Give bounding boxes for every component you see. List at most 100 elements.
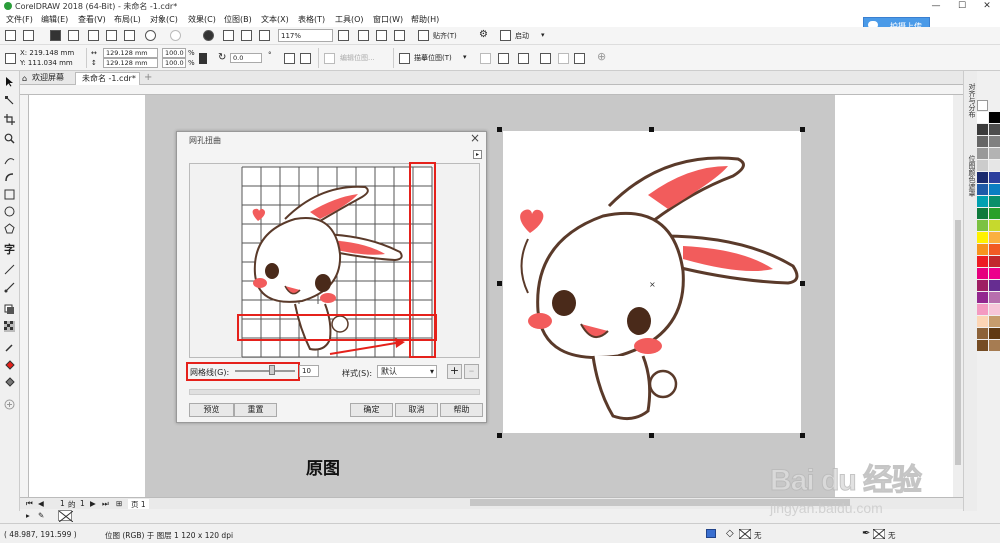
add-page-icon[interactable]: ⊞ <box>116 499 122 508</box>
polygon-tool-icon[interactable] <box>4 223 15 234</box>
pdf-icon[interactable] <box>259 30 270 41</box>
menu-file[interactable]: 文件(F) <box>6 14 33 25</box>
color-swatch[interactable] <box>977 196 988 207</box>
lock-ratio-icon[interactable] <box>199 53 207 64</box>
full-screen-icon[interactable] <box>338 30 349 41</box>
maximize-button[interactable]: ☐ <box>950 0 974 13</box>
redo-icon[interactable] <box>170 30 181 41</box>
color-swatch[interactable] <box>977 184 988 195</box>
help-button[interactable]: 帮助 <box>440 403 483 417</box>
color-swatch[interactable] <box>989 124 1000 135</box>
trace-bitmap-icon[interactable] <box>399 53 410 64</box>
menu-view[interactable]: 查看(V) <box>78 14 106 25</box>
color-swatch[interactable] <box>977 136 988 147</box>
color-swatch-none[interactable] <box>977 100 988 111</box>
expand-preview-button[interactable]: ▸ <box>473 150 482 159</box>
rotation-angle-field[interactable]: 0.0 <box>230 53 262 63</box>
scale-y-field[interactable]: 100.0 <box>162 58 186 68</box>
crop-bitmap-icon[interactable] <box>480 53 491 64</box>
gear-icon[interactable]: ⚙ <box>479 29 488 40</box>
grid-icon[interactable] <box>376 30 387 41</box>
menu-edit[interactable]: 编辑(E) <box>41 14 68 25</box>
color-swatch[interactable] <box>989 244 1000 255</box>
mirror-horizontal-icon[interactable] <box>284 53 295 64</box>
close-button[interactable]: ✕ <box>975 0 999 13</box>
menu-text[interactable]: 文本(X) <box>261 14 289 25</box>
import-icon[interactable] <box>223 30 234 41</box>
eyedropper-icon[interactable] <box>4 342 15 353</box>
chevron-down-icon[interactable]: ▾ <box>463 53 467 61</box>
color-swatch[interactable] <box>977 208 988 219</box>
prev-page-icon[interactable]: ◀ <box>38 499 44 508</box>
text-tool-icon[interactable]: 字 <box>4 241 15 256</box>
trace-bitmap-button[interactable]: 描摹位图(T) <box>414 53 452 63</box>
launch-dropdown[interactable]: 启动 <box>515 31 529 41</box>
grid-lines-value[interactable]: 10 <box>299 365 319 377</box>
add-tool-icon[interactable] <box>4 399 15 410</box>
color-swatch[interactable] <box>977 292 988 303</box>
color-swatch[interactable] <box>977 160 988 171</box>
color-swatch[interactable] <box>977 268 988 279</box>
color-swatch[interactable] <box>977 220 988 231</box>
grid-lines-slider[interactable] <box>235 370 295 372</box>
color-swatch[interactable] <box>989 112 1000 123</box>
bunny-bitmap[interactable]: × <box>503 131 801 433</box>
selection-handle[interactable] <box>800 433 805 438</box>
ok-button[interactable]: 确定 <box>350 403 393 417</box>
interactive-fill-icon[interactable] <box>4 359 15 370</box>
drop-shadow-icon[interactable] <box>4 304 15 315</box>
pick-tool-icon[interactable] <box>4 76 15 87</box>
color-swatch[interactable] <box>977 280 988 291</box>
zoom-dropdown[interactable]: 117% <box>278 29 333 42</box>
search-content-icon[interactable] <box>203 30 214 41</box>
color-swatch[interactable] <box>977 244 988 255</box>
undo-icon[interactable] <box>145 30 156 41</box>
ellipse-tool-icon[interactable] <box>4 206 15 217</box>
copy-icon[interactable] <box>106 30 117 41</box>
guidelines-icon[interactable] <box>394 30 405 41</box>
menu-tools[interactable]: 工具(O) <box>335 14 364 25</box>
color-swatch[interactable] <box>977 112 988 123</box>
width-field[interactable]: 129.128 mm <box>103 48 158 58</box>
color-swatch[interactable] <box>989 196 1000 207</box>
last-page-icon[interactable]: ⏭ <box>102 499 109 509</box>
close-icon[interactable]: × <box>470 131 480 145</box>
parallel-dimension-icon[interactable] <box>4 264 15 275</box>
color-swatch[interactable] <box>989 292 1000 303</box>
bitmap-color-mask-icon[interactable] <box>540 53 551 64</box>
next-page-icon[interactable]: ▶ <box>90 499 96 508</box>
menu-layout[interactable]: 布局(L) <box>114 14 141 25</box>
selection-handle[interactable] <box>649 127 654 132</box>
selection-handle[interactable] <box>800 281 805 286</box>
transparency-tool-icon[interactable] <box>4 321 15 332</box>
resample-icon[interactable] <box>498 53 509 64</box>
paste-icon[interactable] <box>124 30 135 41</box>
vertical-scrollbar[interactable] <box>953 95 963 497</box>
effects-icon[interactable] <box>574 53 585 64</box>
style-dropdown[interactable]: 默认 ▾ <box>377 365 437 378</box>
selection-handle[interactable] <box>649 433 654 438</box>
reset-button[interactable]: 重置 <box>234 403 277 417</box>
rulers-icon[interactable] <box>358 30 369 41</box>
new-tab-icon[interactable]: + <box>141 72 153 85</box>
cancel-button[interactable]: 取消 <box>395 403 438 417</box>
color-swatch[interactable] <box>989 280 1000 291</box>
play-icon[interactable]: ▸ <box>26 511 30 520</box>
color-swatch[interactable] <box>977 124 988 135</box>
vertical-ruler[interactable] <box>20 95 29 497</box>
rectangle-tool-icon[interactable] <box>4 189 15 200</box>
selection-handle[interactable] <box>497 127 502 132</box>
y-position-field[interactable]: Y: 111.034 mm <box>20 59 73 67</box>
color-swatch[interactable] <box>989 184 1000 195</box>
add-style-button[interactable]: + <box>447 364 462 379</box>
color-swatch[interactable] <box>977 256 988 267</box>
selection-handle[interactable] <box>800 127 805 132</box>
color-swatch[interactable] <box>989 304 1000 315</box>
link-icon[interactable] <box>558 53 569 64</box>
add-icon[interactable]: ⊕ <box>597 50 606 63</box>
color-swatch[interactable] <box>989 340 1000 351</box>
snap-icon[interactable] <box>418 30 429 41</box>
menu-table[interactable]: 表格(T) <box>298 14 325 25</box>
cut-icon[interactable] <box>88 30 99 41</box>
first-page-icon[interactable]: ⏮ <box>26 499 33 509</box>
